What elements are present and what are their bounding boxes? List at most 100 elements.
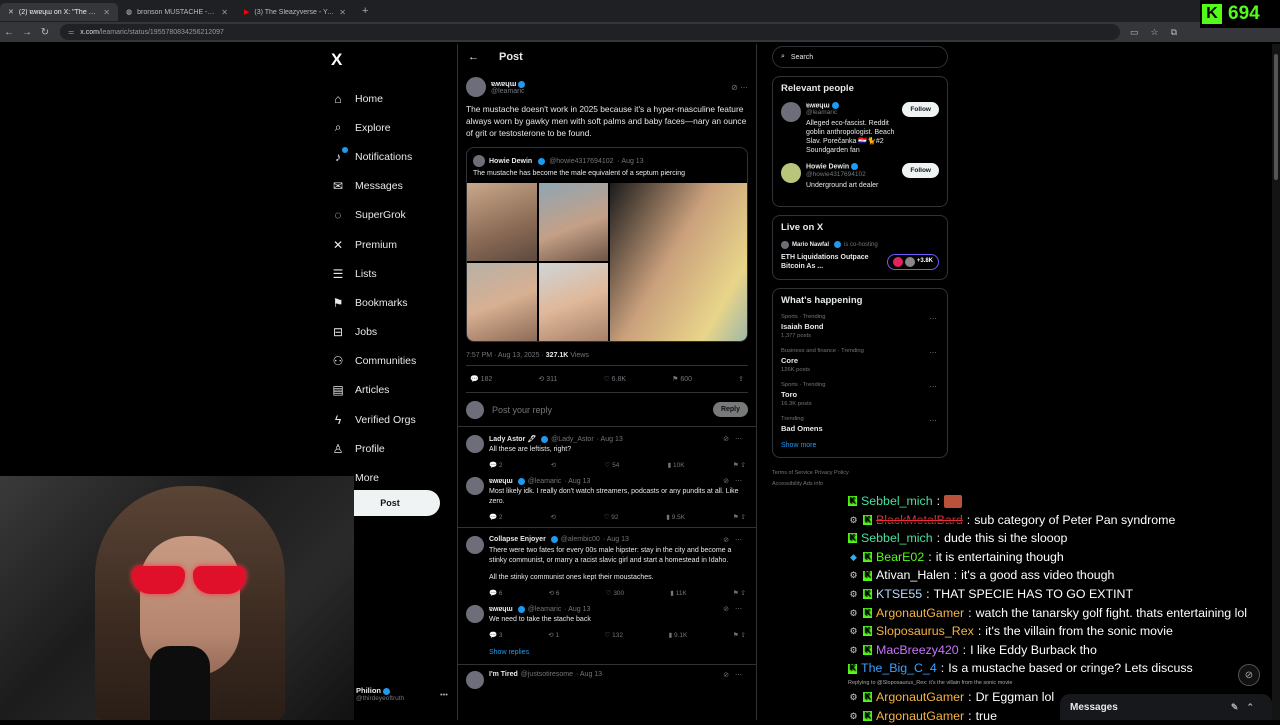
reply-author[interactable]: Lady Astor 🖋 [489, 435, 536, 443]
reply-date[interactable]: · Aug 13 [603, 536, 629, 543]
bookmark-action[interactable]: ⚑ 600 [672, 375, 692, 383]
footer-line[interactable]: Accessibility Ads info [772, 479, 948, 490]
views-action[interactable]: ▮ 9.5K [666, 513, 685, 523]
reload-icon[interactable]: ↻ [36, 27, 54, 38]
like-action[interactable]: ♡ 92 [604, 513, 619, 523]
repost-action[interactable]: ⟲ 311 [538, 375, 557, 383]
like-action[interactable]: ♡ 54 [605, 461, 620, 471]
reply-item[interactable]: ɐʍɐɥɯ @leamaric · Aug 13 ⊘⋯ We need to take … [458, 599, 756, 641]
reply-button[interactable]: Reply [712, 402, 748, 418]
footer-line[interactable]: Terms of Service Privacy Policy [772, 468, 948, 479]
forward-icon[interactable]: → [18, 27, 36, 38]
person-handle[interactable]: @leamaric [806, 109, 897, 116]
follow-button[interactable]: Follow [902, 102, 939, 117]
like-action[interactable]: ♡ 132 [605, 631, 624, 641]
chat-username[interactable]: KTSE55 [876, 585, 922, 604]
media-grid[interactable] [467, 183, 747, 342]
post-button[interactable]: Post [340, 490, 440, 516]
avatar[interactable] [466, 605, 484, 624]
views-action[interactable]: ▮ 11K [670, 589, 686, 599]
star-icon[interactable]: ☆ [1151, 27, 1159, 38]
url-field[interactable]: ⚌ x.com/leamaric/status/1955780834256212… [60, 24, 1120, 40]
close-tab-icon[interactable]: ✕ [221, 8, 228, 17]
reply-action[interactable]: 💬 2 [489, 513, 503, 523]
media-photo[interactable] [467, 183, 537, 262]
media-photo[interactable] [610, 183, 747, 342]
chat-username[interactable]: ArgonautGamer [876, 688, 964, 707]
sidebar-item-messages[interactable]: ✉ Messages [325, 172, 455, 201]
chat-username[interactable]: ArgonautGamer [876, 604, 964, 623]
cast-icon[interactable]: ▭ [1130, 27, 1139, 38]
more-icon[interactable]: ⊘⋯ [723, 605, 748, 613]
follow-button[interactable]: Follow [902, 163, 939, 179]
more-icon[interactable]: ⊘⋯ [723, 671, 748, 679]
extensions-icon[interactable]: ⧉ [1171, 27, 1177, 38]
bookmark-icon[interactable]: ⚑ ⇪ [733, 589, 746, 599]
reply-input[interactable]: Post your reply [492, 405, 705, 415]
chat-username[interactable]: BlackMetalBard [876, 511, 963, 530]
reply-author[interactable]: I'm Tired [489, 671, 518, 678]
sidebar-item-profile[interactable]: ♙ Profile [325, 434, 455, 463]
reply-item[interactable]: ɐʍɐɥɯ @leamaric · Aug 13 ⊘⋯ Most likely idk.… [458, 471, 756, 523]
more-dots-icon[interactable]: ••• [440, 690, 448, 699]
share-icon[interactable]: ⇪ [738, 375, 744, 383]
trend-item[interactable]: Business and finance · Trending Core 126K … [781, 348, 939, 373]
bookmark-icon[interactable]: ⚑ ⇪ [733, 513, 746, 523]
like-action[interactable]: ♡ 300 [606, 589, 625, 599]
sidebar-item-supergrok[interactable]: ◌ SuperGrok [325, 201, 455, 230]
chat-username[interactable]: The_Big_C_4 [861, 659, 937, 678]
more-icon[interactable]: ⋯ [929, 382, 937, 391]
scrollbar-thumb[interactable] [1274, 54, 1278, 180]
author-handle[interactable]: @leamaric [491, 88, 525, 95]
repost-action[interactable]: ⟲ [550, 513, 555, 523]
sidebar-item-lists[interactable]: ☰ Lists [325, 259, 455, 288]
reply-date[interactable]: · Aug 13 [564, 478, 590, 485]
account-switcher[interactable]: Philion @thirdeyeoftruth ••• [356, 686, 448, 702]
more-icon[interactable]: ⊘⋯ [723, 435, 748, 443]
back-arrow-icon[interactable]: ← [468, 51, 479, 63]
chat-username[interactable]: MacBreezy420 [876, 641, 959, 660]
sidebar-item-notifications[interactable]: ♪ Notifications [325, 142, 455, 171]
reply-handle[interactable]: @justsotiresome [521, 671, 573, 678]
reply-action[interactable]: 💬 182 [470, 375, 492, 383]
repost-action[interactable]: ⟲ 1 [548, 631, 559, 641]
site-info-icon[interactable]: ⚌ [68, 28, 74, 36]
new-tab-button[interactable]: + [362, 5, 368, 17]
media-photo[interactable] [538, 263, 608, 342]
post-timestamp[interactable]: 7:57 PM · Aug 13, 2025 · [466, 352, 544, 359]
x-logo-icon[interactable]: X [331, 50, 455, 70]
like-action[interactable]: ♡ 6.8K [603, 375, 626, 383]
sidebar-item-home[interactable]: ⌂ Home [325, 84, 455, 113]
live-listeners[interactable]: +3.8K [886, 253, 939, 270]
more-icon[interactable]: ⊘⋯ [723, 477, 748, 485]
search-input[interactable]: ⌕ Search [772, 46, 948, 68]
more-icon[interactable]: ⋯ [929, 416, 937, 425]
person-name[interactable]: ɐʍɐɥɯ [806, 102, 830, 109]
close-tab-icon[interactable]: ✕ [339, 8, 346, 17]
reply-action[interactable]: 💬 3 [489, 631, 503, 641]
avatar[interactable] [781, 163, 801, 184]
reply-item[interactable]: Collapse Enjoyer @alembic00 · Aug 13 ⊘⋯ Ther… [458, 528, 756, 599]
reply-author[interactable]: ɐʍɐɥɯ [489, 478, 513, 485]
sidebar-item-premium[interactable]: ✕ Premium [325, 230, 455, 259]
browser-tab[interactable]: ✕ (2) ɐʍɐɥɯ on X: "The mustache ✕ [0, 3, 118, 21]
more-icon[interactable]: ⊘⋯ [723, 536, 748, 544]
media-photo[interactable] [467, 263, 537, 342]
sidebar-item-bookmarks[interactable]: ⚑ Bookmarks [325, 288, 455, 317]
reply-item[interactable]: I'm Tired @justsotiresome · Aug 13 ⊘⋯ [458, 665, 756, 689]
reply-handle[interactable]: @leamaric [528, 478, 562, 485]
sidebar-item-communities[interactable]: ⚇ Communities [325, 347, 455, 376]
reply-item[interactable]: Lady Astor 🖋 @Lady_Astor · Aug 13 ⊘⋯ All the… [458, 427, 756, 471]
avatar[interactable] [466, 77, 486, 97]
more-icon[interactable]: ⋯ [929, 348, 937, 357]
person-handle[interactable]: @howie4317694102 [806, 171, 897, 178]
trend-item[interactable]: Sports · Trending Toro 16.3K posts ⋯ [781, 382, 939, 407]
views-action[interactable]: ▮ 10K [668, 461, 685, 471]
compose-expand-icons[interactable]: ✎⌃ [1231, 702, 1262, 713]
chat-username[interactable]: Sebbel_mich [861, 529, 933, 548]
avatar[interactable] [466, 477, 484, 496]
bookmark-icon[interactable]: ⚑ ⇪ [733, 461, 746, 471]
bookmark-icon[interactable]: ⚑ ⇪ [733, 631, 746, 641]
browser-tab[interactable]: ▶ (3) The Sleazyverse - YouTube ✕ [236, 3, 354, 21]
show-replies-link[interactable]: Show replies [489, 649, 748, 656]
